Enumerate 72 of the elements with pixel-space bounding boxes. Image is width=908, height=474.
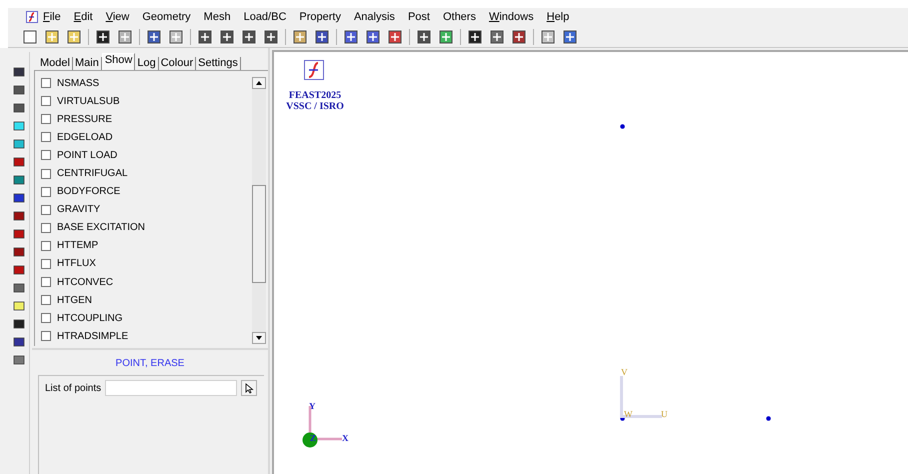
menu-item[interactable]: Help — [546, 10, 570, 24]
checkbox-label: BODYFORCE — [57, 185, 120, 200]
menu-item[interactable]: Mesh — [204, 10, 231, 24]
checkbox[interactable] — [41, 168, 51, 179]
menu-item[interactable]: Analysis — [354, 10, 395, 24]
checkbox-label: HTCOUPLING — [57, 312, 123, 326]
panel-tab[interactable]: Model — [38, 57, 73, 70]
checkbox[interactable] — [41, 132, 51, 142]
checkbox[interactable] — [41, 295, 51, 306]
points-input-field[interactable] — [105, 380, 238, 396]
checkbox-label: POINT LOAD — [57, 148, 118, 163]
panel-tab[interactable]: Show — [102, 53, 136, 70]
checkbox[interactable] — [41, 240, 51, 251]
pick-button[interactable] — [241, 380, 258, 396]
checkbox[interactable] — [41, 96, 51, 106]
checkbox-label: HTRADSIMPLE — [57, 330, 128, 344]
logo-icon — [304, 60, 324, 80]
menu-item[interactable]: Others — [442, 10, 476, 24]
checkbox-label: HTGEN — [57, 294, 92, 308]
scrollbar[interactable] — [252, 77, 266, 344]
cursor-icon — [244, 382, 254, 394]
checkbox-label: HTFLUX — [57, 257, 96, 272]
point-marker — [766, 416, 771, 421]
panel-tab[interactable]: Log — [135, 57, 159, 70]
scroll-down-icon[interactable] — [256, 336, 262, 340]
checkbox-label: GRAVITY — [57, 203, 100, 218]
checkbox[interactable] — [41, 150, 51, 160]
menu-item[interactable]: Property — [299, 10, 341, 24]
checkbox[interactable] — [41, 258, 51, 269]
axis-lines — [620, 376, 662, 418]
menu-item[interactable]: View — [106, 10, 130, 24]
checkbox[interactable] — [41, 313, 51, 324]
checkbox-label: CENTRIFUGAL — [57, 167, 128, 182]
checkbox-label: PRESSURE — [57, 112, 112, 127]
axis-label: X — [342, 434, 348, 443]
checkbox-label: VIRTUALSUB — [57, 94, 120, 109]
axis-label: Y — [309, 402, 316, 411]
rectangle-icon[interactable] — [12, 120, 24, 132]
origin-sphere — [302, 432, 318, 448]
axis-label: V — [621, 368, 628, 377]
checkbox[interactable] — [41, 204, 51, 215]
scroll-up-icon[interactable] — [256, 81, 262, 85]
menu-item[interactable]: Post — [408, 10, 430, 24]
menu-item[interactable]: Windows — [488, 10, 534, 24]
point-marker — [620, 124, 625, 129]
axis-label: Z — [310, 434, 316, 443]
checkbox-label: BASE EXCITATION — [57, 221, 145, 236]
graphics-canvas[interactable]: FEAST2025 VSSC / ISRO V W U Y Z X — [272, 50, 908, 474]
checkbox-label: NSMASS — [57, 76, 100, 91]
menu-item[interactable]: Geometry — [142, 10, 191, 24]
checkbox-label: HTCONVEC — [57, 276, 114, 290]
menu-item[interactable]: File — [43, 10, 61, 24]
checkbox-label: EDGELOAD — [57, 130, 113, 145]
logo-text: FEAST2025 — [288, 90, 342, 101]
logo-text: VSSC / ISRO — [286, 101, 344, 112]
checkbox[interactable] — [41, 222, 51, 233]
checkbox[interactable] — [41, 114, 51, 124]
menu-item[interactable]: Load/BC — [244, 10, 286, 24]
field-label: List of points — [45, 382, 102, 396]
checkbox[interactable] — [41, 331, 51, 342]
panel-tab[interactable]: Settings — [196, 57, 241, 70]
checkbox[interactable] — [41, 277, 51, 288]
checkbox[interactable] — [41, 186, 51, 197]
point-marker — [620, 416, 625, 421]
axis-label: W — [624, 410, 632, 419]
checkbox-label: HTTEMP — [57, 239, 98, 254]
panel-tab[interactable]: Colour — [158, 57, 196, 70]
menu-item[interactable]: Edit — [74, 10, 93, 24]
app-logo-icon — [26, 11, 38, 23]
checkbox[interactable] — [41, 78, 51, 88]
command-title: POINT, ERASE — [114, 357, 186, 371]
axis-label: U — [661, 410, 668, 419]
